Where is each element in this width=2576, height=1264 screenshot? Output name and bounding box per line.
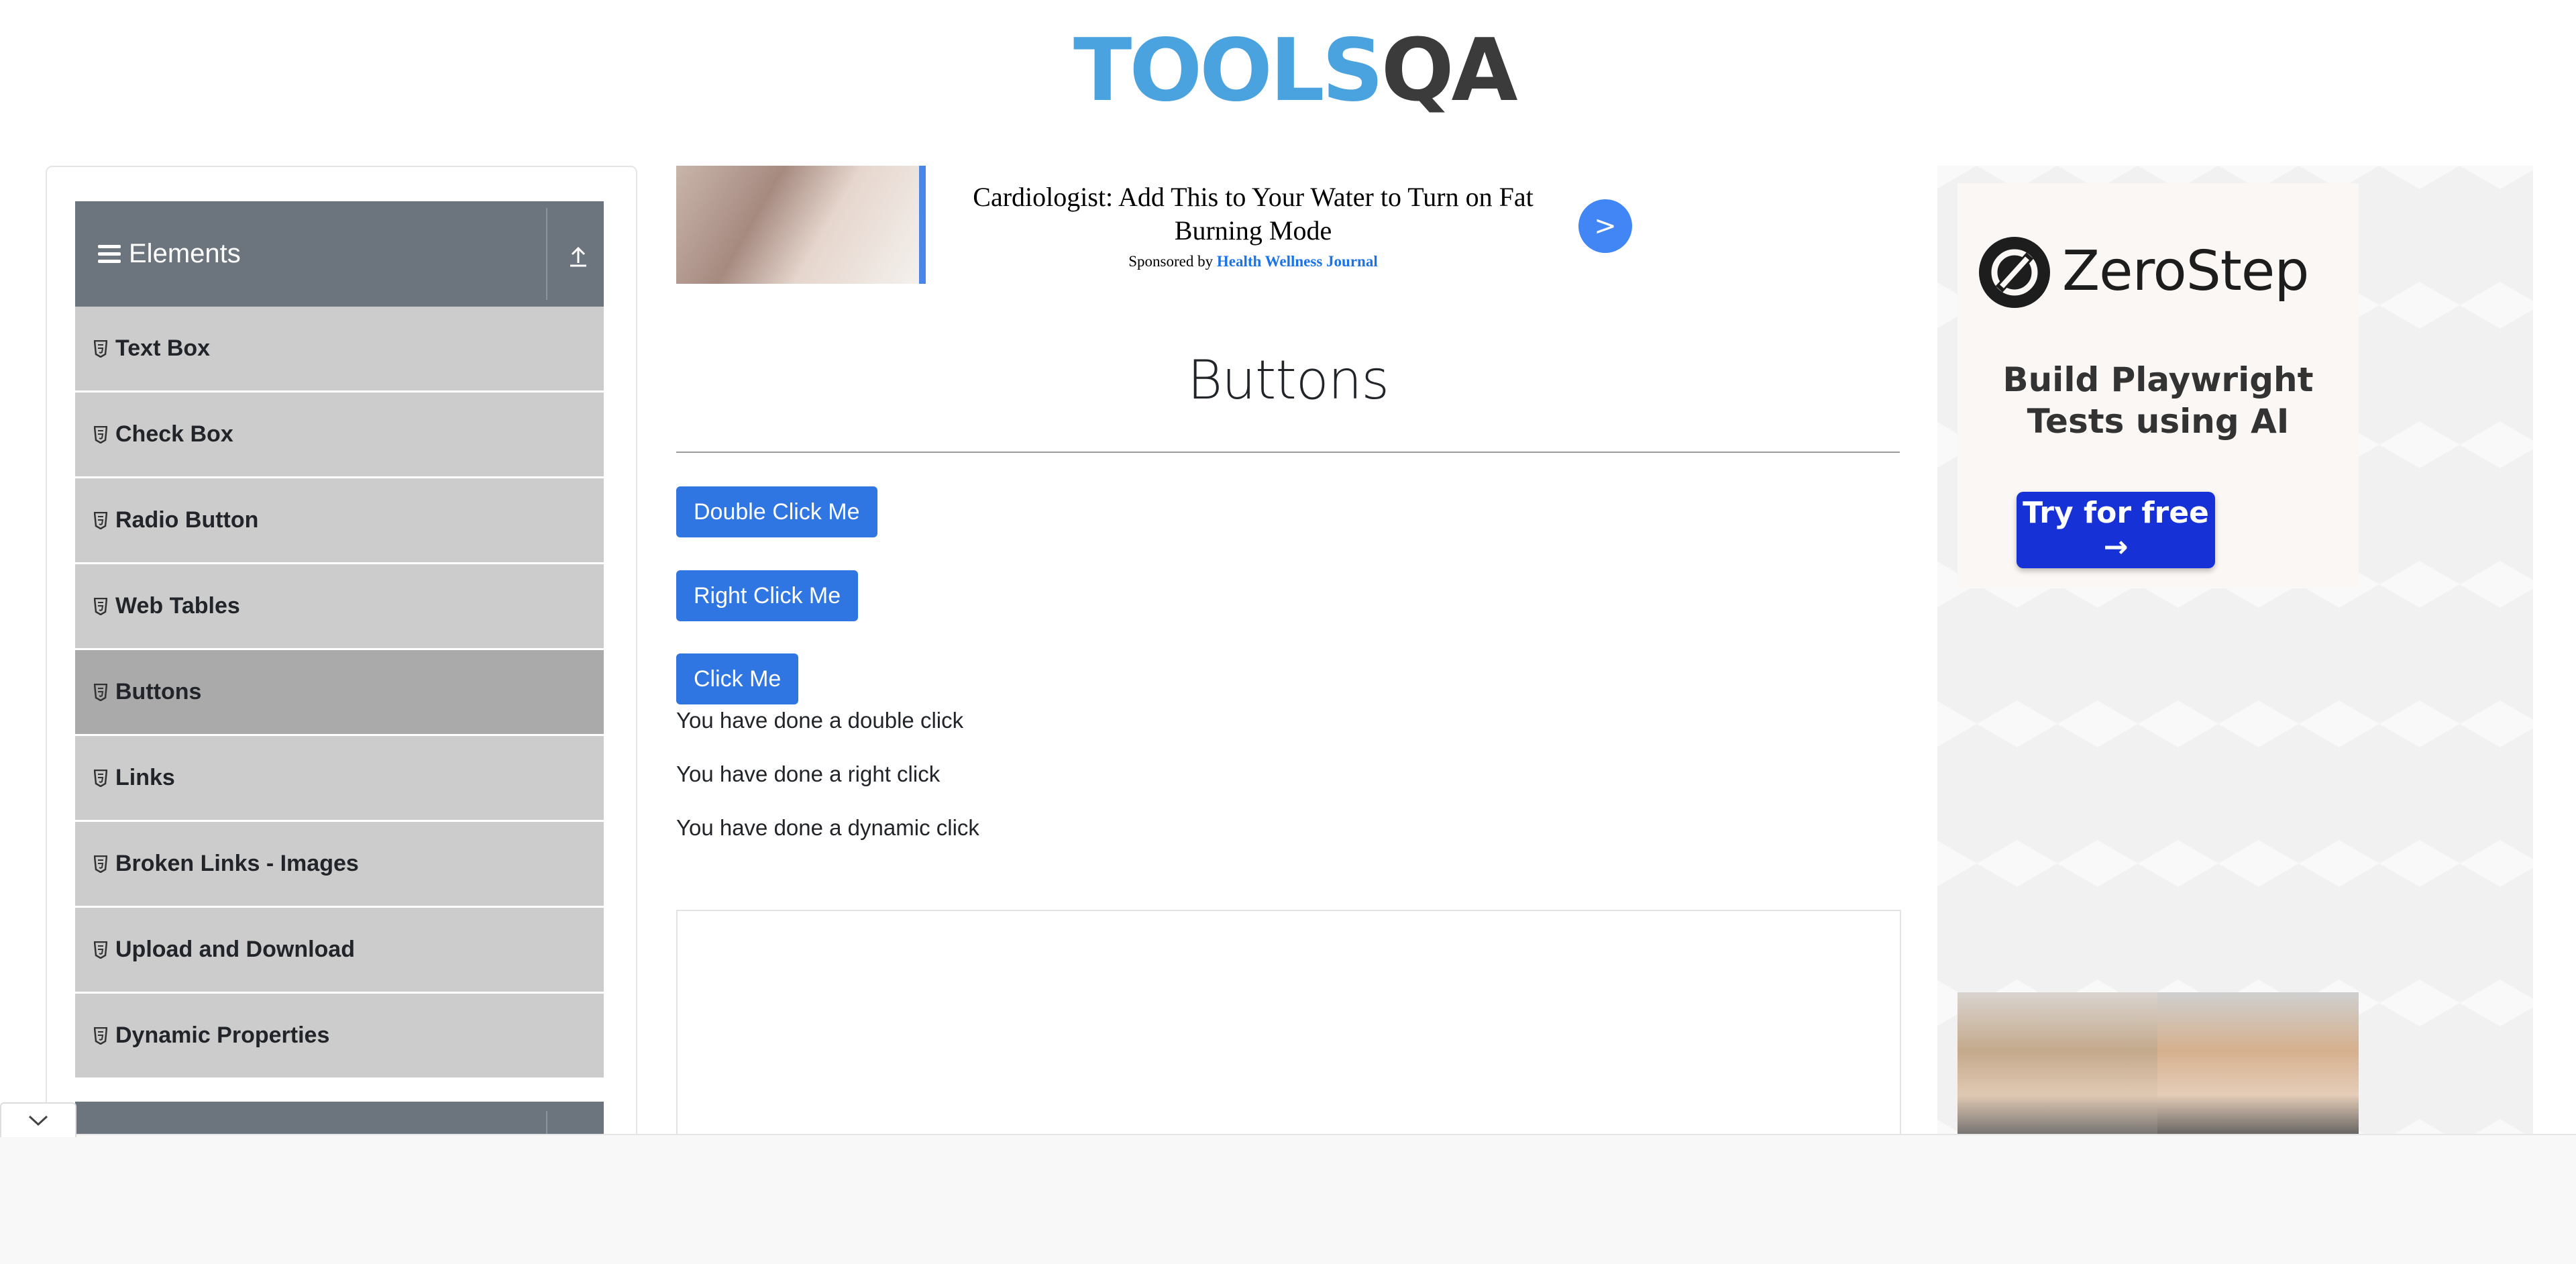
chevron-down-icon [28,1115,48,1126]
ad-photo [676,166,919,284]
upload-icon[interactable] [565,243,592,270]
ad-sponsor-name[interactable]: Health Wellness Journal [1217,253,1378,270]
sidebar-item-label: Buttons [115,679,202,704]
left-panel: Elements Text Box Check Box Radio Button… [46,166,637,1141]
sidebar-item-broken-links[interactable]: Broken Links - Images [75,822,604,908]
dynamic-click-message: You have done a dynamic click [676,815,979,840]
sidebar-item-label: Broken Links - Images [115,851,359,876]
html5-shield-icon [94,769,107,787]
html5-shield-icon [94,855,107,873]
ad-photos[interactable] [1957,992,2359,1139]
bottom-ad-bar [0,1134,2576,1264]
html5-shield-icon [94,339,107,358]
html5-shield-icon [94,1026,107,1045]
zerostep-ad-card[interactable]: ZeroStep Build Playwright Tests using AI… [1957,183,2359,588]
right-ad-panel[interactable]: ZeroStep Build Playwright Tests using AI… [1937,166,2533,1139]
toolsqa-logo[interactable]: TOOLSQA [1073,19,1518,121]
zerostep-logo-icon [1979,237,2050,308]
right-click-button[interactable]: Right Click Me [676,570,859,621]
double-click-button[interactable]: Double Click Me [676,486,877,537]
click-me-button[interactable]: Click Me [676,653,799,704]
sidebar-item-web-tables[interactable]: Web Tables [75,564,604,650]
elements-group-header[interactable]: Elements [75,201,604,307]
group-title: Elements [129,239,241,268]
ad-arrow-button[interactable]: > [1578,199,1632,253]
sidebar-item-label: Radio Button [115,507,259,533]
header-divider [546,208,547,300]
sidebar-item-label: Dynamic Properties [115,1022,330,1048]
ad-sponsor: Sponsored by Health Wellness Journal [945,253,1562,270]
sidebar-item-upload-download[interactable]: Upload and Download [75,908,604,994]
sidebar-item-label: Links [115,765,175,790]
double-click-message: You have done a double click [676,708,964,733]
html5-shield-icon [94,683,107,701]
elements-menu-list: Text Box Check Box Radio Button Web Tabl… [75,307,604,1079]
title-divider [676,452,1900,453]
sidebar-item-links[interactable]: Links [75,736,604,822]
ad-photo-right [2157,992,2359,1139]
sidebar-item-check-box[interactable]: Check Box [75,392,604,478]
ad-sponsor-prefix: Sponsored by [1128,253,1214,270]
hamburger-icon [98,245,121,263]
logo-text-tools: TOOLS [1073,21,1384,121]
zerostep-tagline: Build Playwright Tests using AI [2002,360,2314,441]
html5-shield-icon [94,941,107,959]
sidebar-item-text-box[interactable]: Text Box [75,307,604,392]
sidebar-item-dynamic-properties[interactable]: Dynamic Properties [75,994,604,1079]
html5-shield-icon [94,511,107,529]
top-ad-banner[interactable]: Cardiologist: Add This to Your Water to … [676,166,1632,285]
ad-photo-left [1957,992,2157,1139]
page-title: Buttons [1187,349,1389,411]
logo-text-qa: QA [1381,21,1518,121]
html5-shield-icon [94,597,107,615]
sidebar-item-label: Check Box [115,421,233,447]
sidebar-item-radio-button[interactable]: Radio Button [75,478,604,564]
bottom-bar-toggle[interactable] [0,1102,76,1137]
ad-headline[interactable]: Cardiologist: Add This to Your Water to … [945,180,1562,248]
sidebar-item-buttons[interactable]: Buttons [75,650,604,736]
html5-shield-icon [94,425,107,443]
sidebar-item-label: Text Box [115,335,211,361]
zerostep-brand: ZeroStep [2062,240,2309,303]
ad-accent-bar [919,166,926,284]
right-click-message: You have done a right click [676,761,941,786]
try-for-free-button[interactable]: Try for free → [2017,492,2215,568]
sidebar-item-label: Upload and Download [115,937,355,962]
sidebar-item-label: Web Tables [115,593,240,619]
